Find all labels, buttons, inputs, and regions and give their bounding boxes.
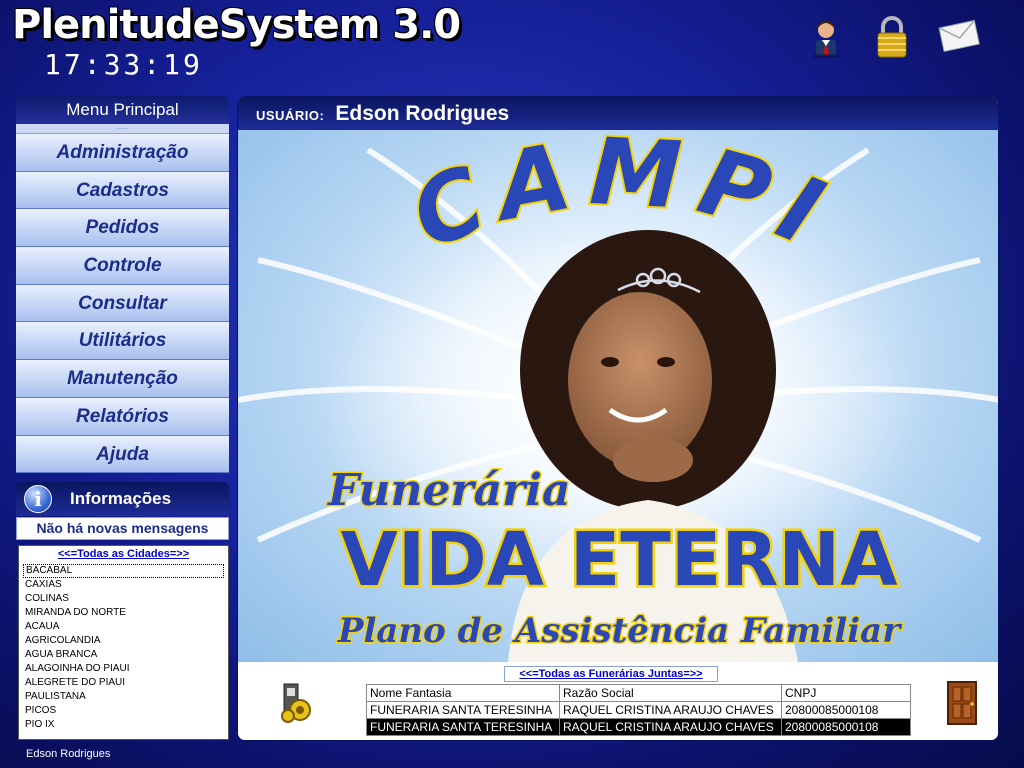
table-header-row: Nome Fantasia Razão Social CNPJ (366, 684, 911, 702)
all-funerarias-link[interactable]: <<=Todas as Funerárias Juntas=>> (504, 666, 718, 682)
city-list-item[interactable]: ACAUA (23, 620, 224, 634)
city-list-box: <<=Todas as Cidades=>> BACABAL CAXIAS COLI… (18, 545, 229, 740)
cell-razao-social: RAQUEL CRISTINA ARAUJO CHAVES (559, 718, 782, 736)
city-list-item[interactable]: PIO IX (23, 718, 224, 732)
menu-item-ajuda[interactable]: Ajuda (16, 435, 229, 474)
city-list-item[interactable]: MIRANDA DO NORTE (23, 606, 224, 620)
menu-item-cadastros[interactable]: Cadastros (16, 171, 229, 210)
messages-status: Não há novas mensagens (16, 517, 229, 540)
banner-line2: VIDA ETERNA (340, 517, 897, 603)
all-cities-link[interactable]: <<=Todas as Cidades=>> (19, 548, 228, 560)
city-list-item[interactable]: AGUA BRANCA (23, 648, 224, 662)
main-panel: USUÁRIO: Edson Rodrigues CAMPI Funerária… (237, 96, 999, 741)
city-list-item[interactable]: ALAGOINHA DO PIAUI (23, 662, 224, 676)
menu-item-relatorios[interactable]: Relatórios (16, 397, 229, 436)
main-menu: Menu Principal ..... Administração Cadas… (16, 96, 229, 474)
menu-item-consultar[interactable]: Consultar (16, 284, 229, 323)
app-title: PlenitudeSystem 3.0 (12, 2, 461, 48)
city-list-item[interactable]: PAULISTANA (23, 690, 224, 704)
info-title: Informações (70, 489, 172, 508)
column-header-nome-fantasia[interactable]: Nome Fantasia (366, 684, 560, 702)
table-row[interactable]: FUNERARIA SANTA TERESINHA RAQUEL CRISTIN… (366, 701, 911, 719)
door-exit-icon[interactable] (946, 680, 978, 726)
city-list-item[interactable]: CAXIAS (23, 578, 224, 592)
menu-item-administracao[interactable]: Administração (16, 134, 229, 172)
clock: 17:33:19 (44, 48, 203, 81)
menu-item-manutencao[interactable]: Manutenção (16, 360, 229, 398)
menu-item-controle[interactable]: Controle (16, 247, 229, 285)
city-list-item[interactable]: PICOS (23, 704, 224, 718)
funerarias-area: <<=Todas as Funerárias Juntas=>> Nome Fa… (238, 662, 998, 740)
cell-razao-social: RAQUEL CRISTINA ARAUJO CHAVES (559, 701, 782, 719)
city-list-item[interactable]: AGRICOLANDIA (23, 634, 224, 648)
funerarias-table: Nome Fantasia Razão Social CNPJ FUNERARI… (366, 684, 911, 736)
cell-nome-fantasia: FUNERARIA SANTA TERESINHA (366, 718, 560, 736)
user-bar: USUÁRIO: Edson Rodrigues (238, 97, 998, 130)
info-header: i Informações (16, 482, 229, 516)
table-row-selected[interactable]: FUNERARIA SANTA TERESINHA RAQUEL CRISTIN… (366, 718, 911, 736)
mail-icon[interactable] (938, 16, 980, 60)
column-header-razao-social[interactable]: Razão Social (559, 684, 782, 702)
banner-line1: Funerária (326, 465, 571, 516)
column-header-cnpj[interactable]: CNPJ (781, 684, 911, 702)
config-icon[interactable] (276, 680, 318, 724)
info-icon: i (24, 485, 52, 513)
banner-line3: Plano de Assistência Familiar (337, 611, 902, 651)
menu-grip: ..... (16, 123, 229, 134)
user-name: Edson Rodrigues (335, 102, 510, 125)
city-list-item[interactable]: COLINAS (23, 592, 224, 606)
city-list-item[interactable]: ALEGRETE DO PIAUI (23, 676, 224, 690)
user-icon[interactable] (806, 14, 846, 58)
menu-item-pedidos[interactable]: Pedidos (16, 209, 229, 248)
cell-cnpj: 20800085000108 (781, 718, 911, 736)
lock-icon[interactable] (872, 14, 912, 58)
city-list[interactable]: BACABAL CAXIAS COLINAS MIRANDA DO NORTE ACAU… (23, 564, 224, 732)
footer-user: Edson Rodrigues (26, 748, 111, 760)
banner-image: CAMPI Funerária VIDA ETERNA Plano de Ass… (238, 130, 998, 662)
user-label: USUÁRIO: (256, 108, 325, 123)
city-list-item[interactable]: BACABAL (23, 564, 224, 578)
cell-nome-fantasia: FUNERARIA SANTA TERESINHA (366, 701, 560, 719)
menu-title: Menu Principal (16, 96, 229, 124)
cell-cnpj: 20800085000108 (781, 701, 911, 719)
menu-item-utilitarios[interactable]: Utilitários (16, 322, 229, 361)
